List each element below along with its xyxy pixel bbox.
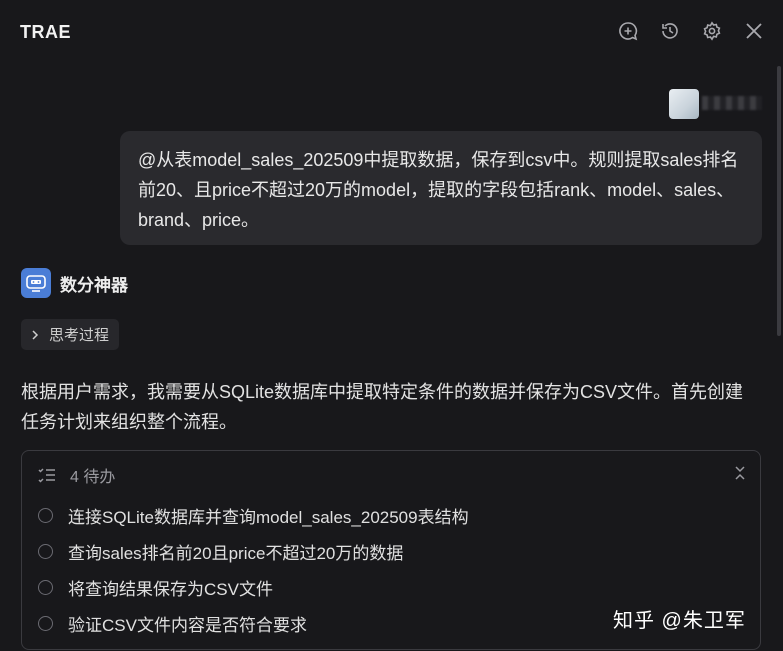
history-icon[interactable] <box>659 20 681 42</box>
todo-item-label: 连接SQLite数据库并查询model_sales_202509表结构 <box>68 507 469 527</box>
assistant-response: 根据用户需求，我需要从SQLite数据库中提取特定条件的数据并保存为CSV文件。… <box>21 382 744 432</box>
todo-checkbox-circle[interactable] <box>38 579 53 595</box>
user-avatar <box>669 89 699 119</box>
assistant-name: 数分神器 <box>60 275 128 295</box>
app-title: TRAE <box>20 22 71 42</box>
todo-item[interactable]: 将查询结果保存为CSV文件 <box>38 569 469 605</box>
todo-item[interactable]: 连接SQLite数据库并查询model_sales_202509表结构 <box>38 497 469 533</box>
user-message-bubble: @从表model_sales_202509中提取数据，保存到csv中。规则提取s… <box>120 131 762 245</box>
scrollbar[interactable] <box>777 66 781 336</box>
header-actions <box>617 20 765 42</box>
chevron-right-icon <box>32 329 39 340</box>
thinking-toggle-button[interactable]: 思考过程 <box>21 319 120 350</box>
settings-icon[interactable] <box>701 20 723 42</box>
robot-icon <box>21 268 51 298</box>
collapse-icon[interactable] <box>732 464 748 482</box>
todo-item[interactable]: 验证CSV文件内容是否符合要求 <box>38 605 469 641</box>
thinking-label: 思考过程 <box>49 327 110 344</box>
user-name-redacted <box>702 96 762 110</box>
todo-header: 4 待办 <box>38 463 115 487</box>
close-icon[interactable] <box>743 20 765 42</box>
todo-item-label: 验证CSV文件内容是否符合要求 <box>68 615 307 635</box>
assistant-header: 数分神器 <box>21 268 128 298</box>
todo-checkbox-circle[interactable] <box>38 543 53 559</box>
user-message-text: @从表model_sales_202509中提取数据，保存到csv中。规则提取s… <box>138 150 739 230</box>
new-chat-icon[interactable] <box>617 20 639 42</box>
todo-checkbox-circle[interactable] <box>38 615 53 631</box>
checklist-icon <box>38 468 55 483</box>
watermark: 知乎 @朱卫军 <box>613 610 746 632</box>
todo-item-label: 将查询结果保存为CSV文件 <box>68 579 273 599</box>
todo-checkbox-circle[interactable] <box>38 507 53 523</box>
todo-list: 连接SQLite数据库并查询model_sales_202509表结构 查询sa… <box>38 497 469 641</box>
todo-item[interactable]: 查询sales排名前20且price不超过20万的数据 <box>38 533 469 569</box>
todo-item-label: 查询sales排名前20且price不超过20万的数据 <box>68 543 404 563</box>
todo-count-label: 4 待办 <box>70 469 116 486</box>
header-bar: TRAE <box>0 0 783 66</box>
